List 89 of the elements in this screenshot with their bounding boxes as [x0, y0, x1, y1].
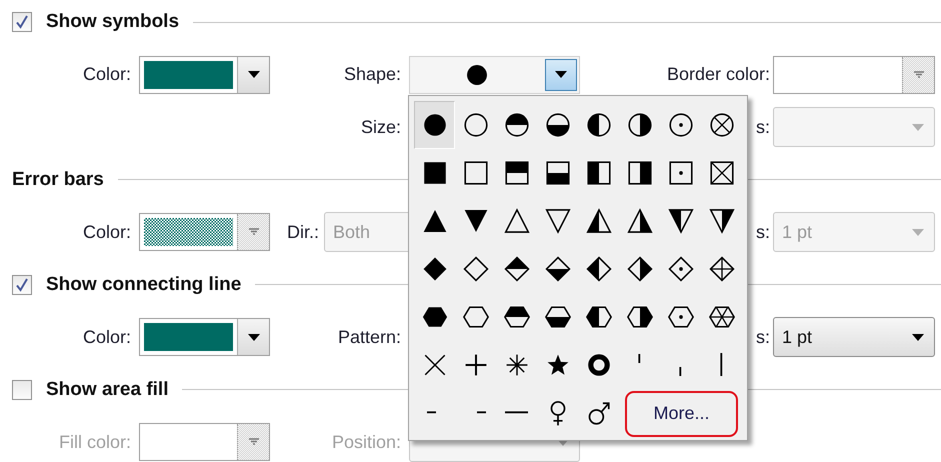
half-filled-diamond-icon	[586, 256, 612, 282]
circle-with-x-icon	[708, 112, 734, 138]
half-filled-circle-icon	[544, 112, 570, 138]
caret-icon	[912, 228, 924, 236]
diamond-with-cross-icon	[708, 256, 734, 282]
caret-icon	[557, 438, 569, 446]
field-label: Color:	[82, 63, 131, 86]
half-filled-circle-icon	[626, 112, 652, 138]
color-dropdown[interactable]	[139, 423, 270, 462]
dotted-diamond-icon	[668, 256, 694, 282]
tick-mark-icon	[720, 353, 723, 376]
tick-mark-icon	[679, 367, 682, 376]
asterisk-icon	[504, 352, 530, 378]
half-filled-square-icon	[544, 160, 570, 186]
half-filled-triangle-icon	[586, 208, 612, 234]
half-filled-down-triangle-icon	[668, 208, 694, 234]
filled-triangle-icon	[422, 208, 448, 234]
checkbox[interactable]	[12, 380, 32, 400]
section-title: Error bars	[12, 168, 104, 192]
half-filled-hexagon-icon	[626, 304, 652, 330]
caret-icon	[248, 438, 260, 446]
field-label: Position:	[332, 430, 401, 454]
checkbox[interactable]	[12, 274, 32, 295]
field-label: Color:	[82, 326, 131, 349]
diamond-icon	[462, 256, 488, 282]
field-label: Size:	[360, 116, 401, 139]
caret-icon	[912, 124, 924, 131]
dotted-circle-icon	[668, 112, 694, 138]
field-label: Shape:	[344, 63, 401, 86]
filled-diamond-icon	[422, 256, 448, 282]
caret-icon	[248, 71, 260, 78]
field-label: s:	[756, 326, 770, 349]
hexagon-with-spokes-icon	[708, 304, 734, 330]
ring-icon	[586, 352, 612, 378]
section-title: Show area fill	[46, 378, 168, 402]
half-filled-hexagon-icon	[586, 304, 612, 330]
more-button[interactable]: More...	[625, 390, 738, 437]
half-filled-diamond-icon	[504, 256, 530, 282]
half-filled-triangle-icon	[626, 208, 652, 234]
half-filled-square-icon	[504, 160, 530, 186]
square-with-x-icon	[708, 160, 734, 186]
circle-icon	[462, 112, 488, 138]
dropdown[interactable]: 1 pt	[773, 317, 935, 358]
half-filled-diamond-icon	[544, 256, 570, 282]
caret-icon	[555, 71, 567, 78]
section-title: Show connecting line	[46, 272, 242, 296]
field-label: Color:	[82, 220, 131, 244]
filled-down-triangle-icon	[462, 208, 488, 234]
filled-circle-icon	[464, 62, 488, 87]
hexagon-icon	[462, 304, 488, 330]
male-symbol-icon	[586, 400, 612, 426]
field-label: Border color:	[666, 63, 770, 86]
caret-icon	[248, 334, 260, 341]
caret-icon	[912, 70, 924, 79]
dash-icon	[504, 411, 528, 414]
filled-circle-icon	[422, 112, 448, 138]
shape-dropdown[interactable]	[409, 56, 580, 94]
dash-icon	[476, 411, 486, 414]
field-label: Pattern:	[338, 326, 401, 349]
checkbox[interactable]	[12, 12, 32, 32]
half-filled-hexagon-icon	[544, 304, 570, 330]
dash-icon	[426, 411, 436, 414]
half-filled-square-icon	[626, 160, 652, 186]
color-dropdown[interactable]	[773, 56, 935, 94]
field-label: s:	[756, 220, 770, 244]
square-icon	[462, 160, 488, 186]
half-filled-circle-icon	[586, 112, 612, 138]
field-label: Fill color:	[58, 430, 131, 454]
symbol-option[interactable]	[414, 100, 455, 149]
down-triangle-icon	[544, 208, 570, 234]
plus-icon	[462, 352, 488, 378]
half-filled-square-icon	[586, 160, 612, 186]
color-dropdown[interactable]	[139, 56, 270, 94]
filled-square-icon	[422, 160, 448, 186]
x-icon	[422, 352, 448, 378]
tick-mark-icon	[638, 354, 641, 364]
field-label: s:	[756, 116, 770, 139]
caret-icon	[912, 334, 924, 341]
half-filled-circle-icon	[504, 112, 530, 138]
dotted-hexagon-icon	[668, 304, 694, 330]
field-label: Dir.:	[287, 220, 320, 244]
half-filled-hexagon-icon	[504, 304, 530, 330]
half-filled-down-triangle-icon	[708, 208, 734, 234]
color-dropdown[interactable]	[139, 318, 270, 356]
section-title: Show symbols	[46, 10, 180, 34]
triangle-icon	[504, 208, 530, 234]
half-filled-diamond-icon	[626, 256, 652, 282]
caret-icon	[248, 228, 260, 236]
dotted-square-icon	[668, 160, 694, 186]
